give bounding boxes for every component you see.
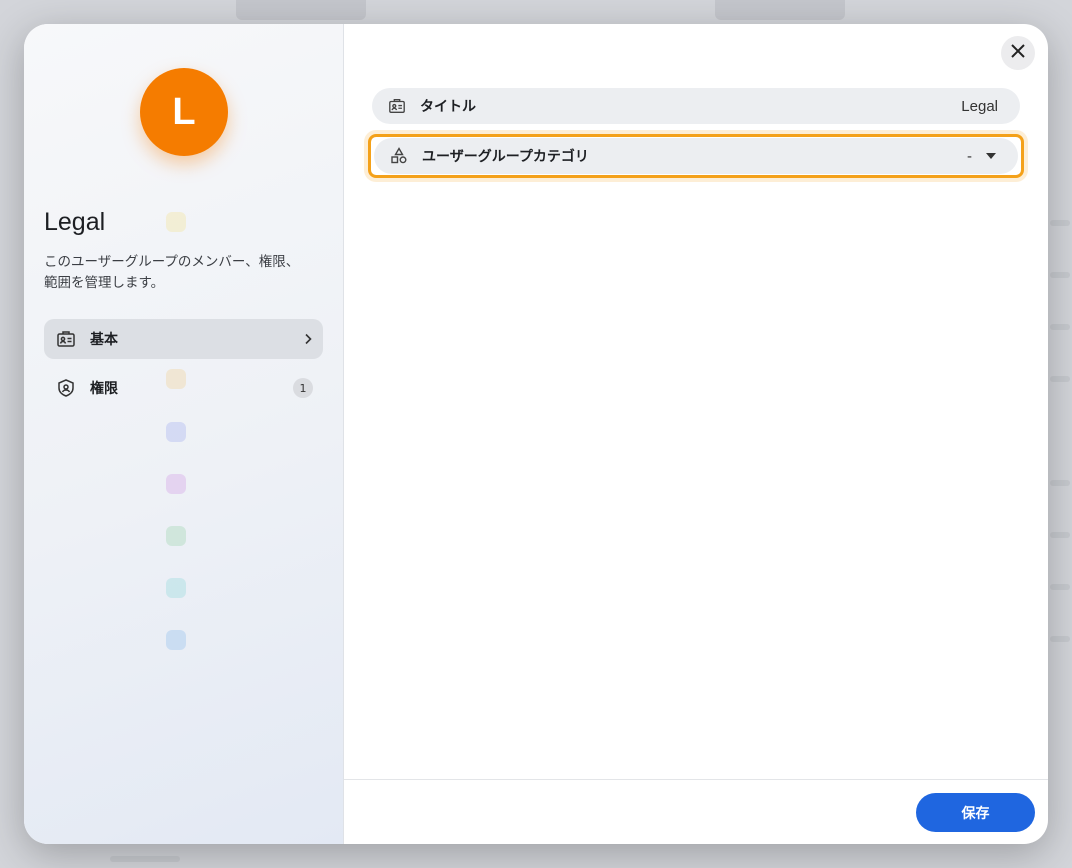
background-tab	[715, 0, 845, 20]
background-text	[1050, 272, 1070, 278]
chevron-right-icon	[303, 330, 313, 349]
ghost-item	[166, 578, 186, 598]
group-description: このユーザーグループのメンバー、権限、範囲を管理します。	[44, 254, 300, 291]
shield-icon	[56, 378, 76, 398]
save-button[interactable]: 保存	[916, 793, 1035, 832]
id-card-icon	[56, 329, 76, 349]
close-button[interactable]	[1001, 36, 1035, 70]
ghost-item	[166, 630, 186, 650]
ghost-item	[166, 422, 186, 442]
ghost-item	[166, 474, 186, 494]
user-group-dialog: L Legal このユーザーグループのメンバー、権限、範囲を管理します。 基本	[24, 24, 1048, 844]
background-text	[1050, 220, 1070, 226]
category-field-label: ユーザーグループカテゴリ	[422, 149, 589, 165]
title-field[interactable]: タイトル Legal	[372, 88, 1020, 124]
category-field-value: -	[967, 147, 972, 165]
background-text	[1050, 324, 1070, 330]
group-summary-panel: L Legal このユーザーグループのメンバー、権限、範囲を管理します。 基本	[24, 24, 344, 844]
nav-item-basic[interactable]: 基本	[44, 319, 323, 359]
background-text	[1050, 636, 1070, 642]
close-icon	[1010, 43, 1026, 63]
background-text	[110, 856, 180, 862]
background-tab	[236, 0, 366, 20]
background-text	[1050, 584, 1070, 590]
group-title: Legal	[44, 208, 106, 236]
background-text	[1050, 480, 1070, 486]
caret-down-icon	[986, 153, 996, 159]
background-text	[1050, 376, 1070, 382]
group-avatar: L	[140, 68, 228, 156]
nav-item-label: 基本	[90, 332, 118, 348]
category-select[interactable]: ユーザーグループカテゴリ -	[374, 138, 1018, 174]
group-detail-panel: タイトル Legal ユーザーグループカテゴリ - 保存	[344, 24, 1048, 844]
dialog-footer: 保存	[344, 779, 1048, 844]
nav-item-label: 権限	[90, 381, 118, 397]
title-field-label: タイトル	[420, 99, 476, 115]
id-card-icon	[388, 97, 406, 115]
shapes-icon	[390, 147, 408, 165]
background-text	[1050, 532, 1070, 538]
nav-item-permissions[interactable]: 権限 1	[44, 368, 323, 408]
ghost-item	[166, 212, 186, 232]
title-field-value: Legal	[961, 97, 998, 115]
avatar-letter: L	[172, 90, 196, 133]
ghost-item	[166, 526, 186, 546]
permission-count-badge: 1	[293, 378, 313, 398]
